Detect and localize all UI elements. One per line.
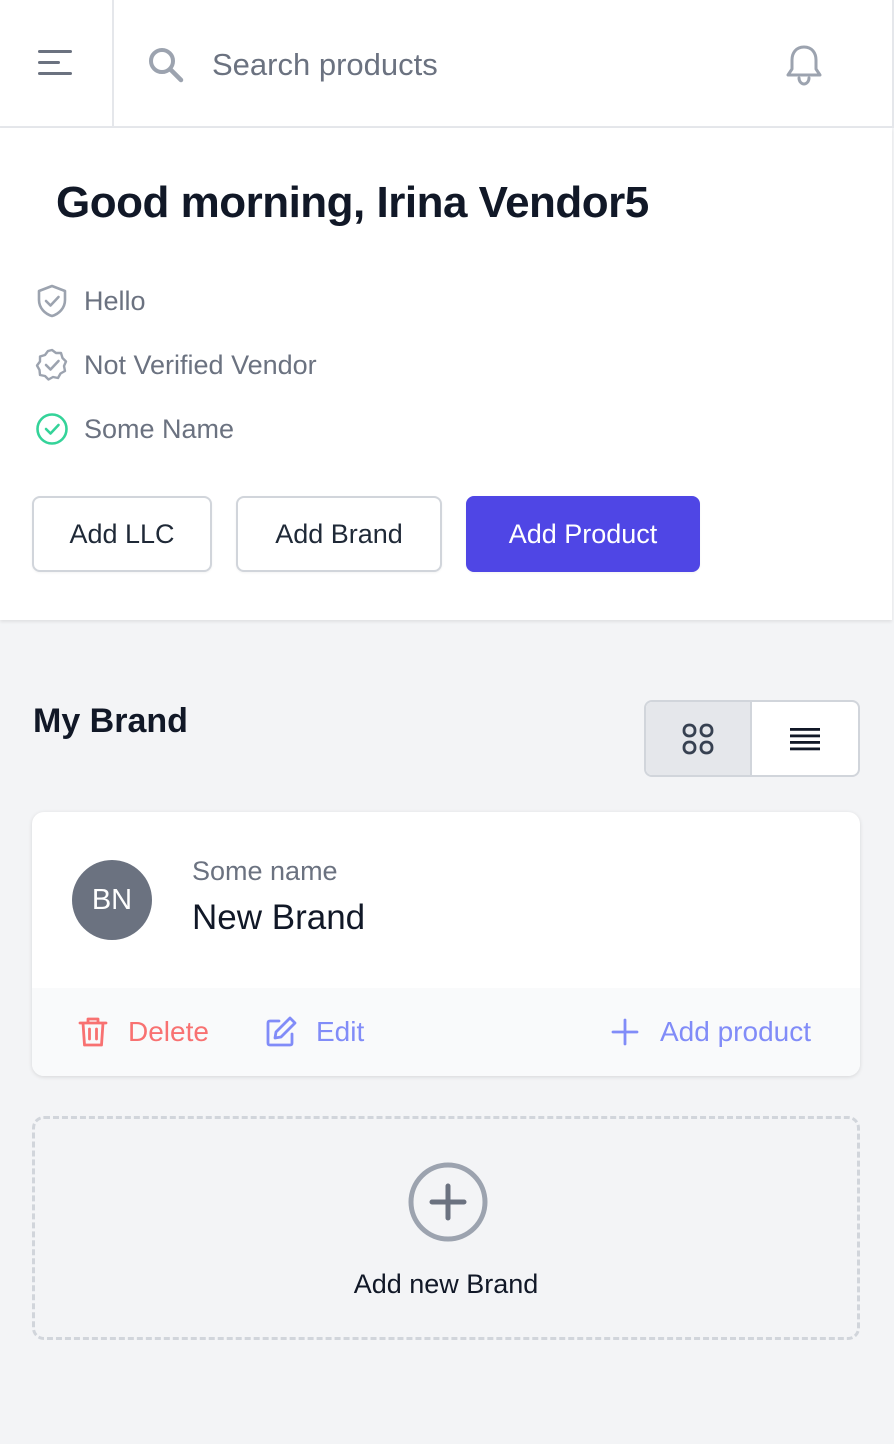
search-input[interactable] <box>212 38 692 92</box>
add-new-brand-tile[interactable]: Add new Brand <box>32 1116 860 1340</box>
brand-card-actions: Delete Edit Add product <box>32 988 860 1076</box>
brand-name: New Brand <box>192 898 366 937</box>
add-product-button[interactable]: Add Product <box>466 496 700 572</box>
brand-subtitle: Some name <box>192 856 338 886</box>
status-label: Hello <box>84 285 146 316</box>
menu-button[interactable] <box>0 0 114 126</box>
grid-icon <box>682 723 714 754</box>
delete-label: Delete <box>128 1016 209 1047</box>
menu-icon <box>38 50 72 75</box>
add-product-link[interactable]: Add product <box>608 988 811 1076</box>
check-circle-icon <box>36 413 68 445</box>
shield-check-icon <box>37 284 67 318</box>
search-bar <box>146 38 706 92</box>
welcome-panel: Good morning, Irina Vendor5 Hello Not Ve… <box>0 128 892 620</box>
delete-button[interactable]: Delete <box>76 988 209 1076</box>
brand-card: BN Some name New Brand Delete Edit Add p… <box>32 812 860 1076</box>
status-label: Some Name <box>84 413 235 444</box>
edit-label: Edit <box>316 1016 365 1047</box>
grid-view-button[interactable] <box>646 702 753 775</box>
add-product-label: Add product <box>660 1016 811 1047</box>
top-bar <box>0 0 894 128</box>
plus-circle-icon <box>408 1162 488 1242</box>
add-brand-button[interactable]: Add Brand <box>236 496 442 572</box>
edit-icon <box>266 1016 297 1047</box>
view-toggle <box>644 700 860 777</box>
search-icon <box>149 48 184 83</box>
add-new-brand-label: Add new Brand <box>353 1269 539 1299</box>
bell-icon[interactable] <box>782 42 826 88</box>
status-item-some-name: Some Name <box>34 409 234 449</box>
page-title: Good morning, Irina Vendor5 <box>56 178 649 227</box>
edit-button[interactable]: Edit <box>264 988 364 1076</box>
list-icon <box>790 727 820 750</box>
status-item-hello: Hello <box>34 281 146 321</box>
trash-icon <box>78 1017 108 1047</box>
status-label: Not Verified Vendor <box>84 349 317 380</box>
status-item-verification: Not Verified Vendor <box>34 345 317 385</box>
avatar: BN <box>72 860 152 940</box>
section-title: My Brand <box>33 702 188 740</box>
badge-check-icon <box>35 348 68 381</box>
add-llc-button[interactable]: Add LLC <box>32 496 212 572</box>
plus-icon <box>611 1018 639 1046</box>
list-view-button[interactable] <box>752 702 858 775</box>
